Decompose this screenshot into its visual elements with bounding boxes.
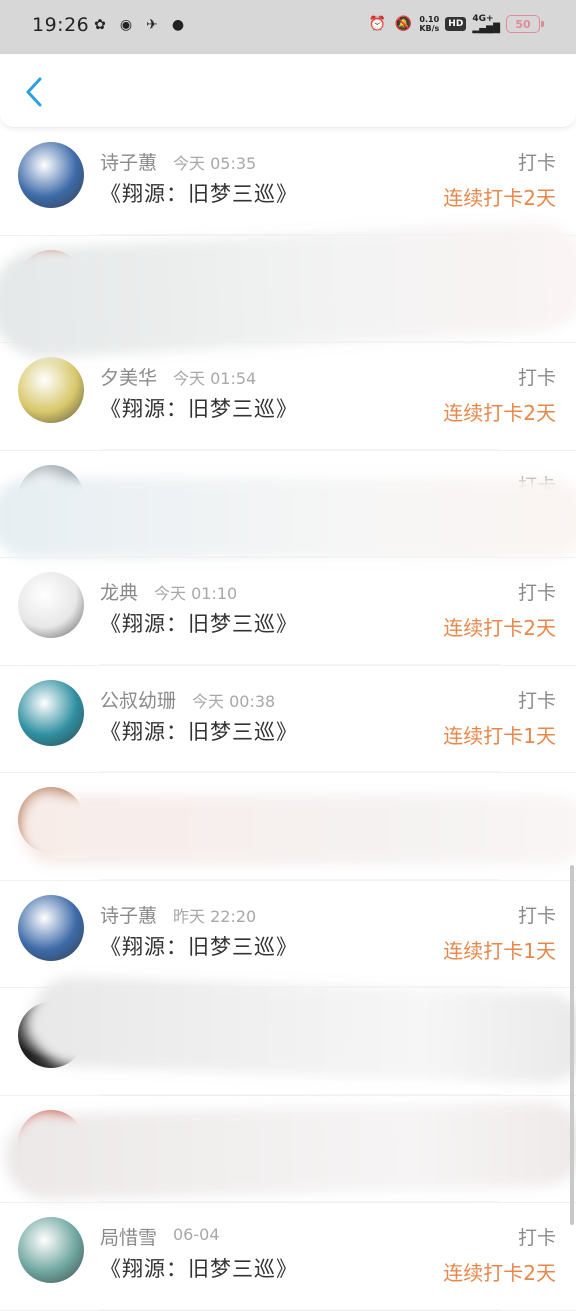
- list-item[interactable]: 诗子蕙 今天 05:35 《翔源：旧梦三巡》 打卡连续打卡2天: [0, 128, 576, 236]
- top-bar: [0, 54, 576, 128]
- checkin-time: 今天 05:35: [173, 154, 257, 173]
- avatar[interactable]: [18, 357, 84, 423]
- battery-icon: 50: [506, 15, 544, 33]
- status-time: 19:26: [32, 14, 90, 36]
- list-item[interactable]: 龙典 今天 01:10 《翔源：旧梦三巡》 打卡连续打卡2天: [0, 558, 576, 666]
- list-item[interactable]: 夕美华 今天 01:54 《翔源：旧梦三巡》 打卡连续打卡2天: [0, 343, 576, 451]
- checkin-time: 06-04: [173, 1225, 220, 1244]
- net-speed-value: 0.10: [419, 15, 440, 24]
- user-name[interactable]: 夕美华: [100, 363, 157, 390]
- streak-label: 连续打卡2天: [443, 616, 556, 640]
- redaction-overlay: [3, 1100, 576, 1201]
- alarm-icon: ⏰: [368, 16, 387, 32]
- streak-label: 连续打卡2天: [443, 1261, 556, 1285]
- checkin-label: 打卡: [517, 152, 556, 174]
- checkin-time: 今天 01:10: [154, 584, 238, 603]
- book-title[interactable]: 《翔源：旧梦三巡》: [100, 608, 298, 638]
- redaction-overlay: [20, 795, 576, 865]
- avatar[interactable]: [18, 894, 84, 961]
- book-title[interactable]: 《翔源：旧梦三巡》: [100, 931, 298, 961]
- user-name[interactable]: 诗子蕙: [100, 901, 157, 928]
- net-speed-unit: KB/s: [419, 24, 440, 33]
- app-notification-icon: ✿: [94, 17, 106, 33]
- book-title[interactable]: 《翔源：旧梦三巡》: [100, 393, 298, 423]
- back-button[interactable]: [14, 72, 54, 112]
- avatar[interactable]: [18, 572, 84, 638]
- list-item[interactable]: 局惜雪 06-04 《翔源：旧梦三巡》 打卡连续打卡2天: [0, 1203, 576, 1311]
- book-title[interactable]: 《翔源：旧梦三巡》: [100, 178, 298, 208]
- system-icons: ⏰ 🔕 0.10 KB/s HD 4G+ ▂▄▆█ 50: [367, 14, 544, 34]
- signal-label: 4G+: [472, 14, 494, 24]
- hd-badge: HD: [445, 17, 467, 31]
- avatar[interactable]: [18, 142, 84, 208]
- streak-label: 连续打卡2天: [443, 401, 556, 425]
- user-name[interactable]: 局惜雪: [100, 1223, 157, 1250]
- checkin-time: 今天 01:54: [173, 369, 257, 388]
- scrollbar[interactable]: [570, 865, 574, 1225]
- weibo-icon: ◉: [119, 17, 133, 33]
- list-item[interactable]: 公叔幼珊 今天 00:38 《翔源：旧梦三巡》 打卡连续打卡1天: [0, 666, 576, 773]
- chevron-left-icon: [26, 77, 42, 107]
- status-bar: 19:26 ✿ ◉ ✈ ● ⏰ 🔕 0.10 KB/s HD 4G+ ▂▄▆█ 5…: [0, 0, 576, 54]
- redaction-overlay: [0, 478, 576, 558]
- avatar[interactable]: [18, 679, 84, 746]
- user-name[interactable]: 龙典: [100, 578, 138, 605]
- streak-label: 连续打卡1天: [443, 938, 556, 963]
- checkin-label: 打卡: [517, 1227, 556, 1249]
- streak-label: 连续打卡2天: [443, 186, 556, 210]
- checkin-label: 打卡: [517, 904, 556, 927]
- net-speed: 0.10 KB/s: [419, 15, 439, 33]
- list-item[interactable]: 诗子蕙 昨天 22:20 《翔源：旧梦三巡》 打卡连续打卡1天: [0, 881, 576, 988]
- mute-icon: 🔕: [394, 16, 413, 32]
- checkin-time: 昨天 22:20: [173, 906, 257, 926]
- user-name[interactable]: 诗子蕙: [100, 148, 157, 175]
- book-title[interactable]: 《翔源：旧梦三巡》: [100, 1253, 298, 1283]
- avatar[interactable]: [18, 1217, 84, 1283]
- telecom-icon: ✈: [146, 17, 158, 33]
- notification-icons: ✿ ◉ ✈ ●: [90, 15, 188, 35]
- checkin-label: 打卡: [517, 367, 556, 389]
- user-name[interactable]: 公叔幼珊: [100, 686, 176, 713]
- checkin-label: 打卡: [517, 689, 556, 712]
- signal-indicator: 4G+ ▂▄▆█: [472, 14, 500, 34]
- streak-label: 连续打卡1天: [443, 723, 556, 748]
- checkin-time: 今天 00:38: [192, 691, 276, 711]
- checkin-label: 打卡: [517, 582, 556, 604]
- message-icon: ●: [171, 17, 185, 33]
- book-title[interactable]: 《翔源：旧梦三巡》: [100, 716, 298, 746]
